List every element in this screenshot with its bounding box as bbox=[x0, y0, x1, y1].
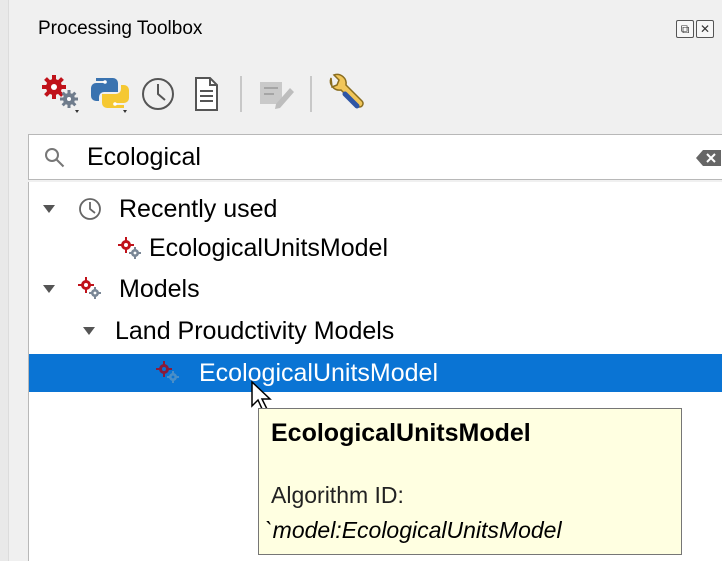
tree-item-label: Land Proudctivity Models bbox=[115, 316, 395, 345]
algorithm-tooltip: EcologicalUnitsModel Algorithm ID: `mode… bbox=[258, 408, 682, 555]
panel-title: Processing Toolbox bbox=[38, 18, 203, 39]
tree-item-recent-model[interactable]: EcologicalUnitsModel bbox=[29, 229, 722, 267]
title-buttons: ⧉ ✕ bbox=[676, 20, 714, 38]
tooltip-id-label: Algorithm ID: bbox=[271, 482, 404, 508]
models-gears-icon[interactable] bbox=[38, 70, 86, 118]
options-wrench-icon[interactable] bbox=[322, 70, 370, 118]
tree-item-label: Models bbox=[119, 274, 200, 303]
results-document-icon[interactable] bbox=[182, 70, 230, 118]
tree-item-selected-model[interactable]: EcologicalUnitsModel bbox=[29, 354, 722, 392]
tree-item-recently-used[interactable]: Recently used bbox=[29, 190, 722, 228]
dock-splitter[interactable] bbox=[0, 0, 9, 561]
search-input[interactable]: Ecological bbox=[87, 143, 201, 172]
model-gears-icon bbox=[77, 276, 103, 309]
model-gears-icon bbox=[117, 236, 143, 269]
expand-arrow-icon[interactable] bbox=[43, 205, 55, 213]
toolbar bbox=[38, 70, 370, 118]
expand-arrow-icon[interactable] bbox=[83, 327, 95, 335]
toolbar-separator bbox=[240, 76, 242, 112]
clock-icon bbox=[77, 196, 103, 229]
edit-in-place-icon bbox=[252, 70, 300, 118]
tooltip-id-value: `model:EcologicalUnitsModel bbox=[265, 517, 562, 543]
tree-item-models[interactable]: Models bbox=[29, 270, 722, 308]
close-icon[interactable]: ✕ bbox=[696, 20, 714, 38]
processing-toolbox-panel: Processing Toolbox ⧉ ✕ Ecological Recent… bbox=[0, 0, 722, 561]
search-icon bbox=[43, 146, 67, 175]
tree-item-label: EcologicalUnitsModel bbox=[149, 233, 389, 262]
expand-arrow-icon[interactable] bbox=[43, 285, 55, 293]
python-icon[interactable] bbox=[86, 70, 134, 118]
toolbar-separator-2 bbox=[310, 76, 312, 112]
model-gears-icon bbox=[155, 360, 181, 393]
tooltip-title: EcologicalUnitsModel bbox=[271, 419, 531, 447]
tree-item-land-productivity-models[interactable]: Land Proudctivity Models bbox=[29, 312, 722, 350]
tree-item-label: Recently used bbox=[119, 194, 278, 223]
search-field[interactable]: Ecological bbox=[28, 134, 722, 180]
clear-icon[interactable] bbox=[695, 148, 722, 173]
float-icon[interactable]: ⧉ bbox=[676, 20, 694, 38]
history-clock-icon[interactable] bbox=[134, 70, 182, 118]
tree-item-label: EcologicalUnitsModel bbox=[199, 358, 439, 387]
